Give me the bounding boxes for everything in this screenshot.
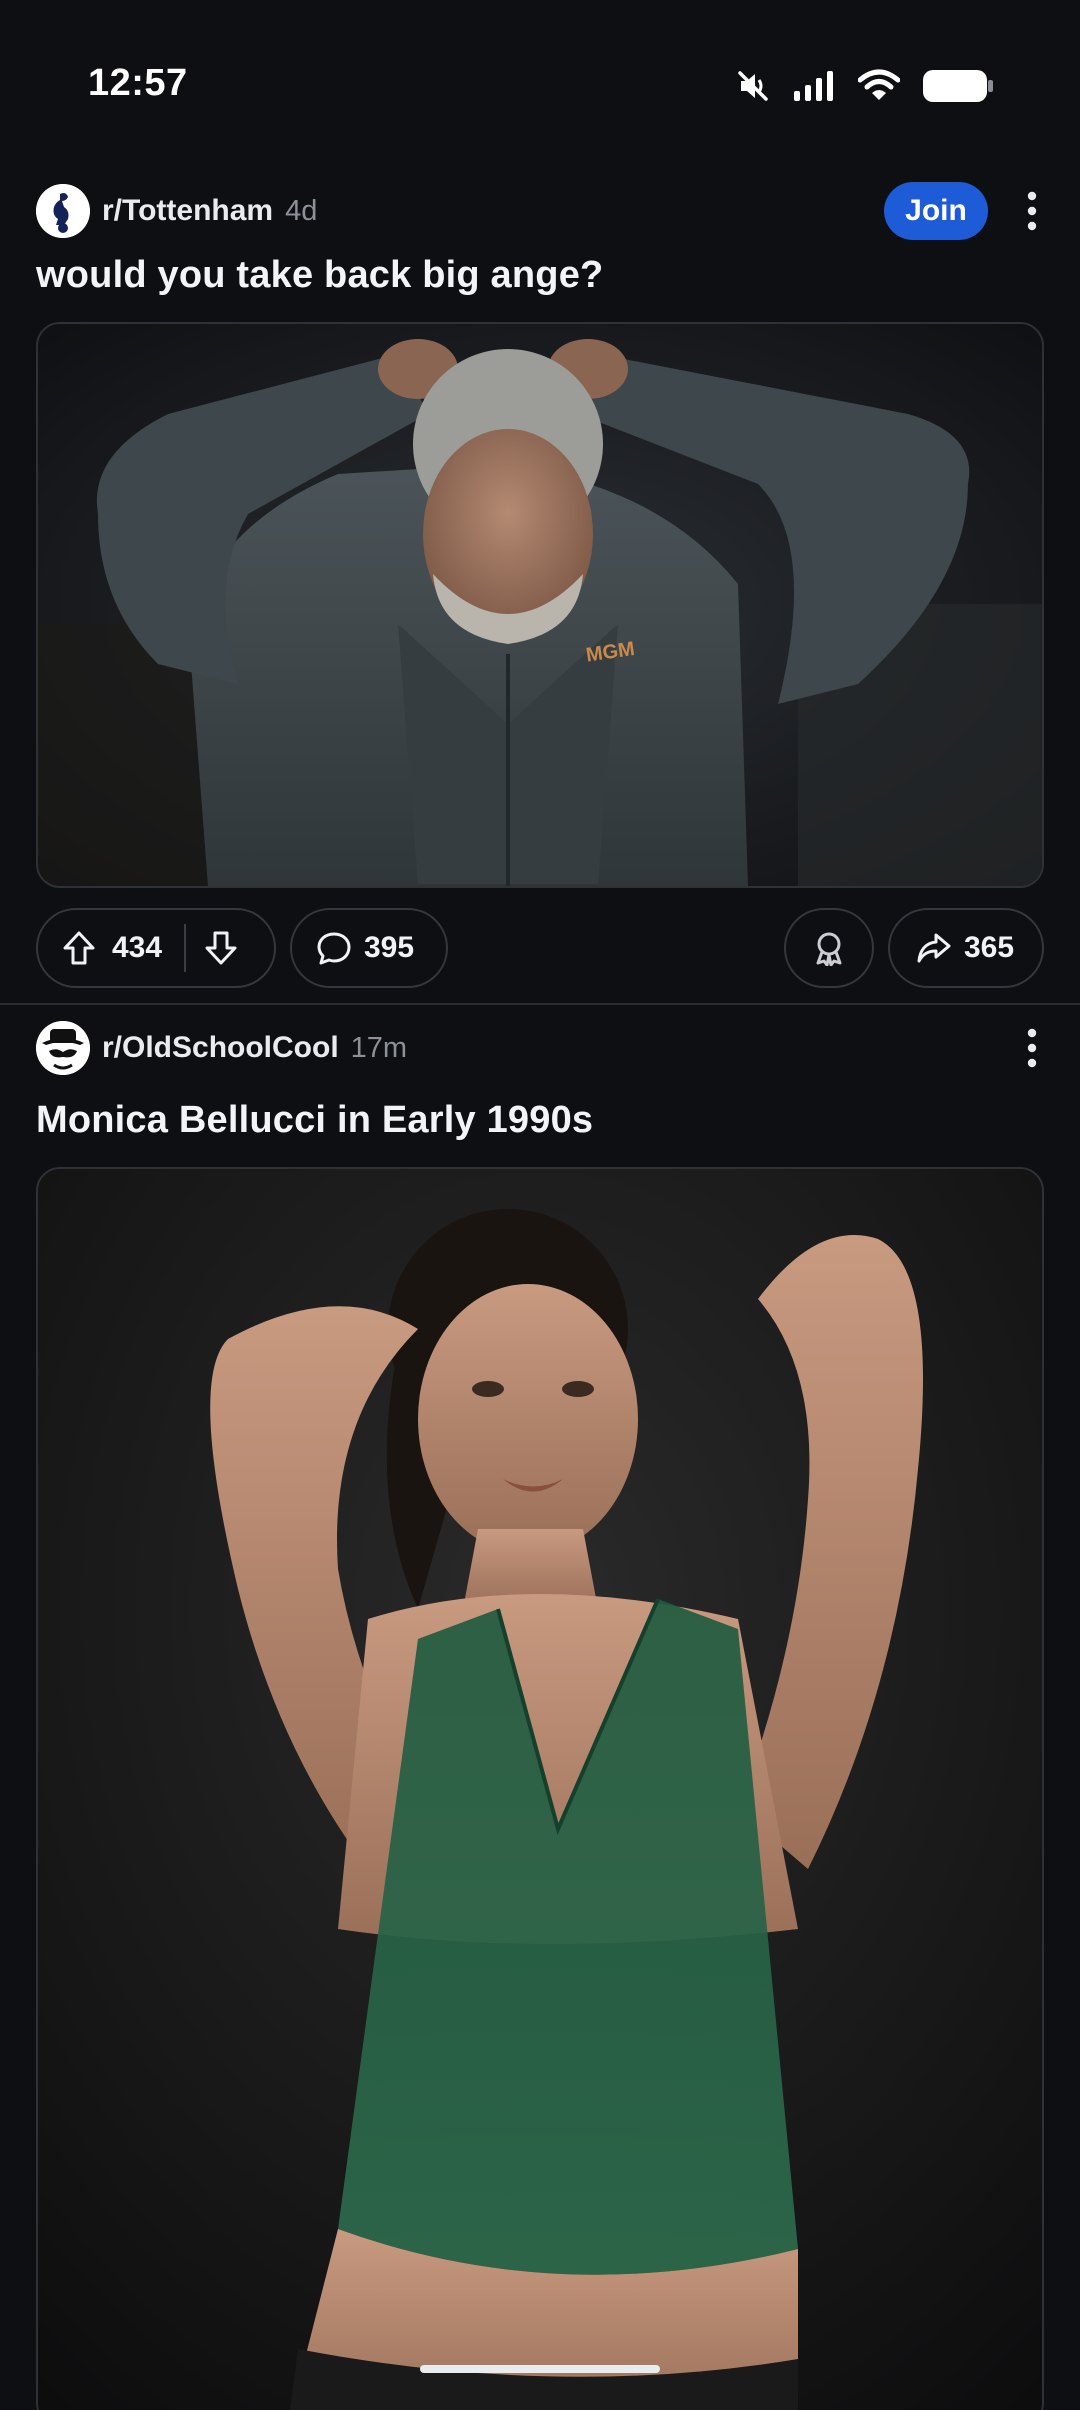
vote-separator [184, 924, 187, 972]
vote-pill: 434 [36, 908, 276, 988]
post-age: 4d [285, 194, 318, 227]
more-vertical-icon [1027, 191, 1037, 231]
subreddit-avatar[interactable] [36, 184, 90, 238]
status-bar: 12:57 [0, 0, 1080, 150]
upvote-count: 434 [112, 931, 163, 964]
post-title[interactable]: Monica Bellucci in Early 1990s [36, 1099, 1044, 1142]
comment-count: 395 [364, 931, 415, 964]
post-card[interactable]: r/OldSchoolCool 17m Monica Bellucci in E… [0, 1005, 1080, 2410]
home-indicator[interactable] [420, 2365, 660, 2373]
more-vertical-icon [1027, 1028, 1037, 1068]
battery-icon [923, 70, 993, 102]
subreddit-avatar[interactable] [36, 1021, 90, 1075]
downvote-icon[interactable] [204, 930, 238, 966]
share-icon [917, 933, 951, 963]
post-header: r/OldSchoolCool 17m [36, 1021, 1044, 1075]
post-image[interactable]: MGM [36, 322, 1044, 888]
award-icon [816, 932, 842, 966]
post-card[interactable]: r/Tottenham 4d Join would you take back … [0, 168, 1080, 1003]
subreddit-name[interactable]: r/OldSchoolCool [102, 1031, 339, 1065]
share-count: 365 [964, 931, 1015, 964]
status-time: 12:57 [88, 62, 188, 104]
award-button[interactable] [784, 908, 874, 988]
post-age: 17m [350, 1031, 408, 1064]
post-actions: 434 395 365 [36, 908, 1044, 988]
comments-button[interactable]: 395 [290, 908, 448, 988]
wifi-icon [858, 69, 900, 100]
signal-icon [794, 71, 833, 101]
cockerel-icon [36, 184, 90, 238]
post-image[interactable] [36, 1167, 1044, 2410]
gentleman-hat-icon [36, 1021, 90, 1075]
comment-icon [317, 932, 351, 965]
more-options-button[interactable] [1020, 184, 1044, 238]
status-icons [736, 66, 994, 106]
join-button[interactable]: Join [884, 182, 988, 240]
upvote-icon[interactable] [62, 930, 96, 966]
reddit-feed-screen: 12:57 r/Tottenham 4d Join would you take… [0, 0, 1080, 2410]
mute-icon [738, 71, 768, 101]
post-header: r/Tottenham 4d Join [36, 182, 1044, 240]
more-options-button[interactable] [1020, 1021, 1044, 1075]
subreddit-name[interactable]: r/Tottenham [102, 194, 273, 228]
share-button[interactable]: 365 [888, 908, 1044, 988]
post-title[interactable]: would you take back big ange? [36, 254, 1044, 297]
